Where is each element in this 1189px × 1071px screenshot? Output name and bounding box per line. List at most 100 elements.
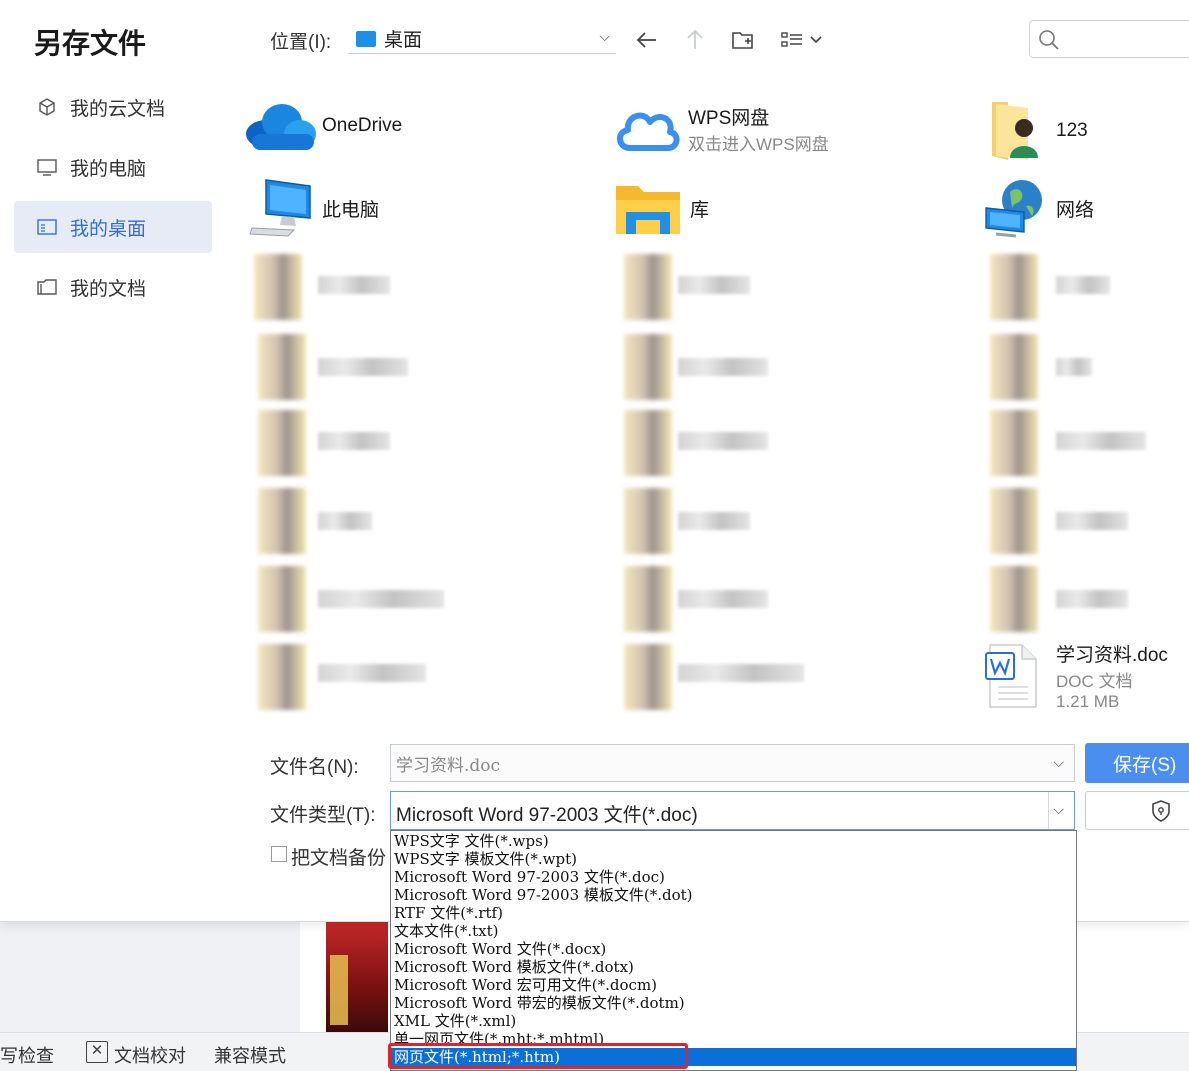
blurred-item-icon[interactable] (624, 410, 672, 476)
blurred-item-icon[interactable] (258, 488, 306, 554)
sidebar-item-my-documents[interactable]: 我的文档 (14, 261, 212, 313)
file-size: 1.21 MB (1056, 692, 1120, 711)
sidebar-item-cloud-docs[interactable]: 我的云文档 (14, 81, 212, 133)
blurred-item-name (318, 432, 390, 450)
blurred-item-icon[interactable] (258, 566, 306, 632)
up-button[interactable] (681, 26, 709, 54)
save-button[interactable]: 保存(S) (1085, 743, 1189, 783)
blurred-item-icon[interactable] (624, 334, 672, 400)
back-button[interactable] (633, 26, 661, 54)
blurred-item-name (1056, 276, 1110, 294)
blurred-item-name (678, 664, 804, 682)
blurred-item-icon[interactable] (624, 488, 672, 554)
blurred-item-icon[interactable] (254, 254, 302, 320)
chevron-down-icon: ⌵ (1053, 801, 1064, 817)
filetype-dropdown-list[interactable]: WPS文字 文件(*.wps) WPS文字 模板文件(*.wpt) Microsof… (390, 830, 1077, 1071)
library-folder-icon (616, 186, 680, 234)
filetype-option[interactable]: Microsoft Word 97-2003 文件(*.doc) (391, 868, 1076, 886)
file-item-onedrive[interactable]: OneDrive (244, 100, 402, 152)
blurred-item-name (678, 590, 768, 608)
filetype-option[interactable]: XML 文件(*.xml) (391, 1012, 1076, 1030)
sidebar-item-label: 我的桌面 (70, 218, 147, 240)
search-box[interactable] (1029, 20, 1189, 58)
filetype-option[interactable]: Microsoft Word 文件(*.docx) (391, 940, 1076, 958)
blurred-item-icon[interactable] (258, 644, 306, 710)
file-item-user-folder[interactable]: 123 (988, 98, 1088, 164)
list-view-icon (781, 32, 822, 47)
sidebar-item-label: 我的电脑 (70, 158, 147, 180)
spell-check-status[interactable]: 写检查 (0, 1042, 54, 1068)
computer-icon (249, 179, 311, 237)
filetype-option[interactable]: Microsoft Word 带宏的模板文件(*.dotm) (391, 994, 1076, 1012)
filename-label: 文件名(N): (270, 757, 359, 778)
file-item-this-pc[interactable]: 此电脑 (248, 176, 379, 240)
blurred-item-icon[interactable] (258, 334, 306, 400)
blurred-item-name (318, 664, 426, 682)
filename-input[interactable] (396, 751, 1036, 775)
user-folder-icon (992, 102, 1038, 160)
chevron-down-icon: ⌵ (599, 28, 610, 44)
blurred-item-icon[interactable] (624, 644, 672, 710)
sidebar-item-my-desktop[interactable]: 我的桌面 (14, 201, 212, 253)
blurred-item-icon[interactable] (990, 566, 1038, 632)
filename-field[interactable]: ⌵ (390, 744, 1075, 782)
desktop-icon (36, 216, 58, 238)
backup-checkbox[interactable] (271, 846, 287, 862)
filetype-value: Microsoft Word 97-2003 文件(*.doc) (396, 805, 698, 826)
file-name: OneDrive (322, 115, 403, 136)
file-item-network[interactable]: 网络 (984, 176, 1094, 240)
dialog-title: 另存文件 (34, 28, 147, 59)
blurred-item-icon[interactable] (990, 410, 1038, 476)
location-select[interactable]: 桌面 ⌵ (348, 24, 616, 54)
blurred-item-icon[interactable] (990, 334, 1038, 400)
filetype-option[interactable]: WPS文字 文件(*.wps) (391, 832, 1076, 850)
file-type: DOC 文档 (1056, 672, 1133, 691)
filetype-option[interactable]: Microsoft Word 模板文件(*.dotx) (391, 958, 1076, 976)
file-name: 库 (690, 199, 710, 221)
backup-label: 把文档备份 (291, 848, 387, 869)
save-button-label: 保存(S) (1113, 754, 1177, 776)
sidebar-item-my-computer[interactable]: 我的电脑 (14, 141, 212, 193)
blurred-item-name (318, 512, 372, 530)
blurred-item-name (1056, 590, 1128, 608)
blurred-item-name (318, 276, 390, 294)
new-folder-button[interactable] (729, 26, 757, 54)
blurred-item-icon[interactable] (624, 566, 672, 632)
file-name: WPS网盘 (688, 108, 770, 129)
blurred-item-icon[interactable] (258, 410, 306, 476)
filetype-option[interactable]: WPS文字 模板文件(*.wpt) (391, 850, 1076, 868)
network-globe-icon (985, 180, 1042, 238)
file-subtitle: 双击进入WPS网盘 (688, 135, 829, 154)
filetype-option[interactable]: Microsoft Word 宏可用文件(*.docm) (391, 976, 1076, 994)
cube-icon (36, 96, 58, 118)
proofread-icon: ✕ (86, 1041, 108, 1063)
compat-mode-status[interactable]: 兼容模式 (214, 1042, 286, 1068)
filetype-select[interactable]: Microsoft Word 97-2003 文件(*.doc) ⌵ (390, 791, 1075, 830)
view-mode-button[interactable] (779, 26, 825, 54)
blurred-item-icon[interactable] (990, 488, 1038, 554)
chevron-down-icon[interactable]: ⌵ (1053, 754, 1064, 771)
filetype-option[interactable]: Microsoft Word 97-2003 模板文件(*.dot) (391, 886, 1076, 904)
blurred-item-name (1056, 358, 1092, 376)
location-label: 位置(I): (270, 32, 332, 53)
arrow-up-icon (687, 29, 703, 49)
document-image-detail (330, 955, 348, 1025)
file-item-wps-cloud[interactable]: WPS网盘 双击进入WPS网盘 (612, 102, 829, 156)
blurred-item-icon[interactable] (990, 254, 1038, 320)
filetype-option[interactable]: 文本文件(*.txt) (391, 922, 1076, 940)
proofread-status[interactable]: 文档校对 (114, 1042, 186, 1068)
blurred-item-icon[interactable] (624, 254, 672, 320)
file-name: 123 (1056, 120, 1088, 141)
file-name: 网络 (1056, 199, 1095, 221)
file-item-doc[interactable]: 学习资料.doc DOC 文档 1.21 MB (980, 640, 1168, 712)
file-name: 学习资料.doc (1056, 645, 1168, 666)
file-item-library[interactable]: 库 (614, 178, 709, 238)
annotation-highlight-box (388, 1043, 688, 1069)
encrypt-button[interactable] (1085, 791, 1189, 830)
filetype-option[interactable]: RTF 文件(*.rtf) (391, 904, 1076, 922)
search-input[interactable] (1066, 27, 1186, 51)
new-folder-icon (732, 32, 753, 49)
blurred-item-name (1056, 432, 1146, 450)
save-as-dialog: 另存文件 我的云文档 我的电脑 我的桌面 我的文档 位置(I): 桌面 ⌵ On… (0, 0, 1189, 922)
cloud-icon (617, 112, 680, 151)
